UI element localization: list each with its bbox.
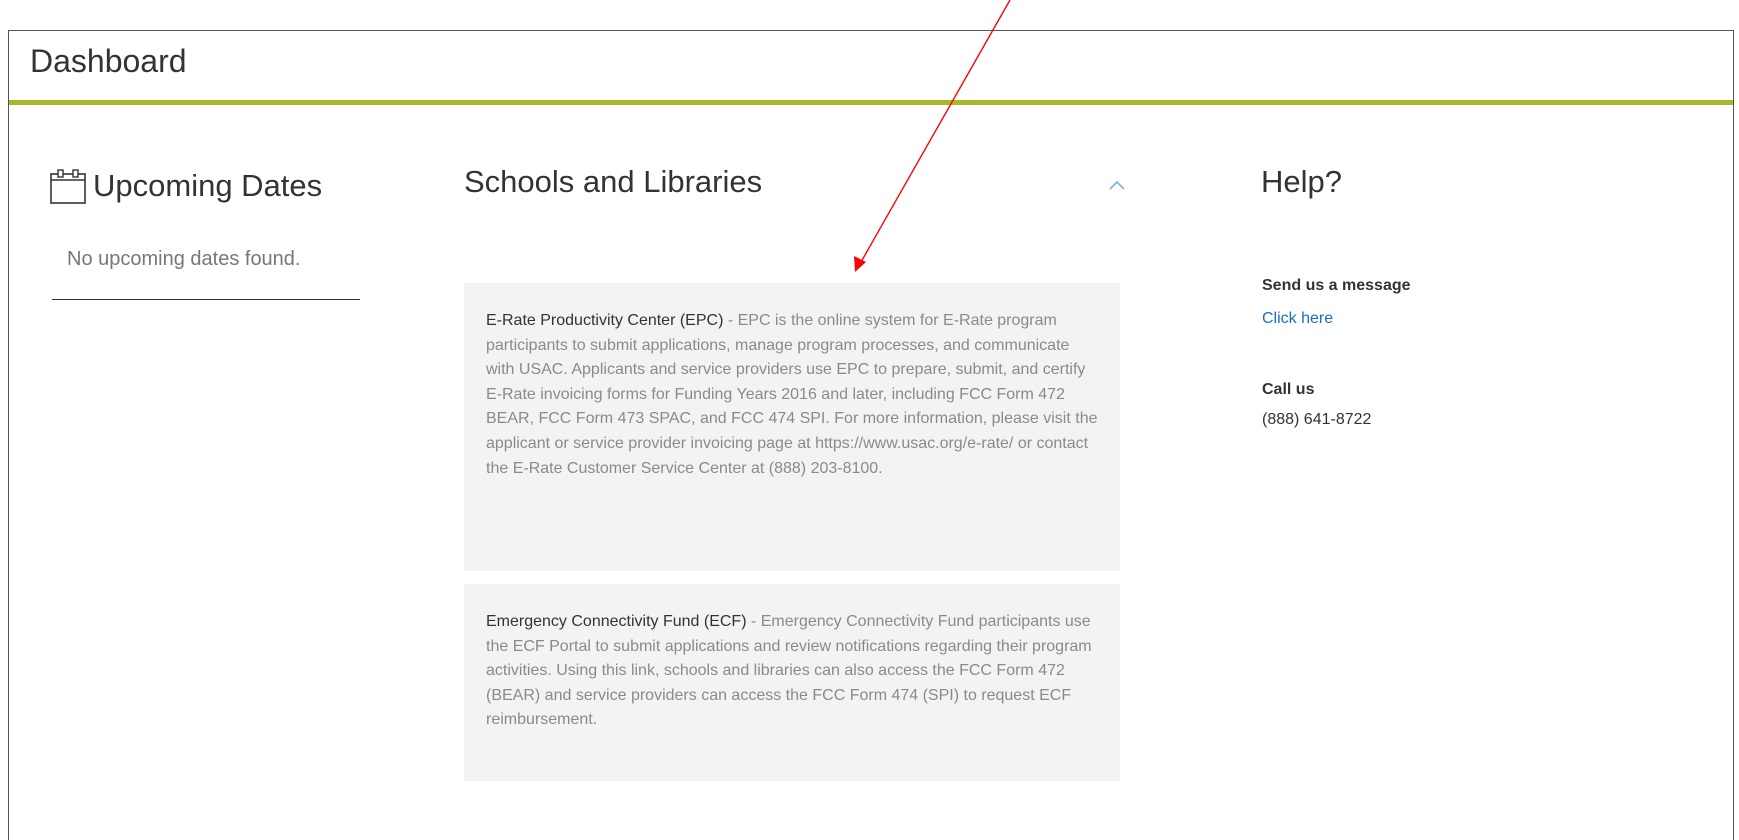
schools-libraries-title: Schools and Libraries	[464, 164, 763, 199]
upcoming-dates-section: Upcoming Dates No upcoming dates found.	[49, 164, 361, 300]
chevron-up-icon[interactable]	[1102, 170, 1132, 200]
ecf-card-description: - Emergency Connectivity Fund participan…	[486, 613, 1092, 729]
upcoming-dates-header: Upcoming Dates	[49, 164, 361, 208]
phone-number: (888) 641-8722	[1262, 411, 1372, 428]
dashboard-header: Dashboard	[9, 31, 1733, 105]
epc-card-title[interactable]: E-Rate Productivity Center (EPC)	[486, 312, 723, 329]
ecf-card[interactable]: Emergency Connectivity Fund (ECF) - Emer…	[464, 584, 1120, 781]
header-accent-bar	[9, 100, 1733, 105]
no-upcoming-dates-text: No upcoming dates found.	[67, 248, 301, 270]
send-message-label: Send us a message	[1262, 277, 1411, 294]
epc-card[interactable]: E-Rate Productivity Center (EPC) - EPC i…	[464, 283, 1120, 571]
upcoming-dates-divider	[52, 299, 360, 300]
click-here-link[interactable]: Click here	[1262, 310, 1333, 328]
epc-card-description: - EPC is the online system for E-Rate pr…	[486, 312, 1098, 477]
help-section: Help? Send us a message Click here Call …	[1261, 164, 1561, 428]
call-us-label: Call us	[1262, 381, 1315, 398]
ecf-card-title[interactable]: Emergency Connectivity Fund (ECF)	[486, 613, 747, 630]
help-title: Help?	[1261, 164, 1342, 199]
calendar-icon	[50, 169, 86, 204]
upcoming-dates-title: Upcoming Dates	[93, 168, 323, 203]
dashboard-panel: Dashboard Upcoming Dates No upcoming dat…	[8, 30, 1734, 840]
page-title: Dashboard	[30, 43, 187, 79]
